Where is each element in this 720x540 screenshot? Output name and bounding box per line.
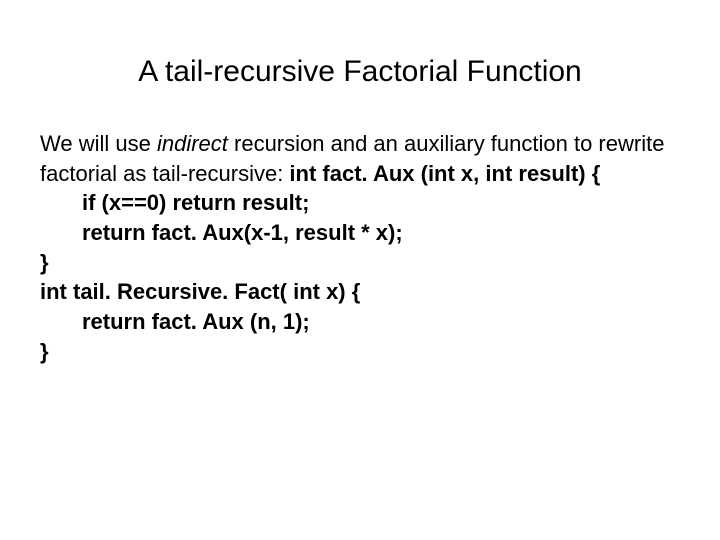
- intro-block: We will use indirect recursion and an au…: [40, 129, 680, 188]
- slide: A tail-recursive Factorial Function We w…: [0, 0, 720, 540]
- intro-prefix: We will use: [40, 131, 157, 156]
- slide-body: We will use indirect recursion and an au…: [40, 129, 680, 367]
- code-line-return2: return fact. Aux (n, 1);: [40, 307, 680, 337]
- intro-italic: indirect: [157, 131, 228, 156]
- code-close-2: }: [40, 337, 680, 367]
- code-line-return: return fact. Aux(x-1, result * x);: [40, 218, 680, 248]
- code-sig-2: int tail. Recursive. Fact( int x) {: [40, 277, 680, 307]
- code-close-1: }: [40, 248, 680, 278]
- slide-title: A tail-recursive Factorial Function: [40, 55, 680, 89]
- code-sig-1: int fact. Aux (int x, int result) {: [289, 161, 600, 186]
- code-line-if: if (x==0) return result;: [40, 188, 680, 218]
